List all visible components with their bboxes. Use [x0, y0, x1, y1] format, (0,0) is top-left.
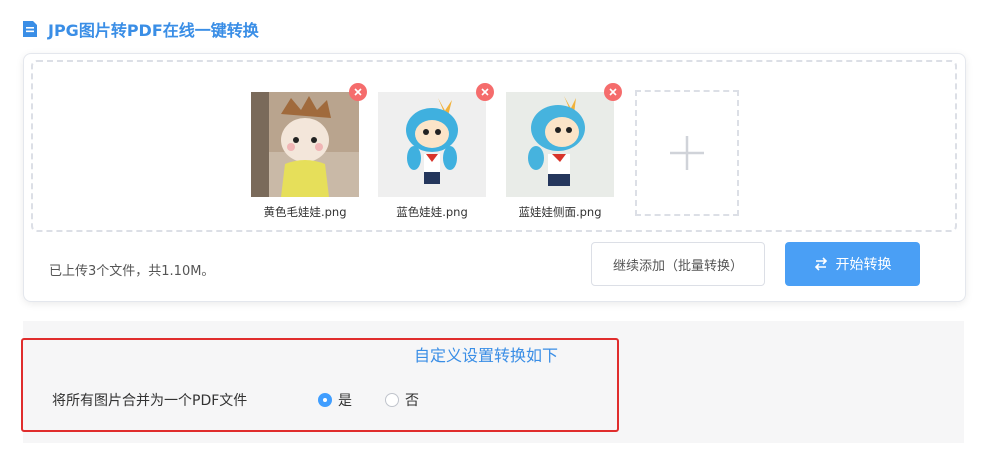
file-thumbnail[interactable]: 蓝色娃娃.png [378, 83, 494, 219]
close-icon [354, 88, 362, 96]
radio-no-label: 否 [405, 393, 419, 409]
merge-option-label: 将所有图片合并为一个PDF文件 [52, 393, 248, 409]
start-convert-button[interactable]: 开始转换 [785, 242, 920, 286]
swap-icon [814, 257, 827, 271]
file-thumbnail[interactable]: 黄色毛娃娃.png [251, 83, 367, 219]
remove-file-button[interactable] [604, 83, 622, 101]
radio-yes[interactable]: 是 [318, 390, 352, 410]
file-dropzone[interactable]: 黄色毛娃娃.png 蓝色娃娃.png 蓝娃娃侧面.png [31, 60, 957, 232]
start-convert-label: 开始转换 [835, 257, 892, 273]
add-file-tile[interactable] [635, 90, 739, 216]
file-thumbnail[interactable]: 蓝娃娃侧面.png [506, 83, 622, 219]
radio-no[interactable]: 否 [385, 390, 419, 410]
thumbnail-image [506, 92, 614, 197]
file-name: 蓝色娃娃.png [396, 205, 468, 219]
page-title: JPG图片转PDF在线一键转换 [48, 21, 259, 40]
upload-card: 黄色毛娃娃.png 蓝色娃娃.png 蓝娃娃侧面.png 已上传3个文件，共1.… [23, 53, 966, 302]
radio-no-indicator[interactable] [385, 393, 399, 407]
page-header: JPG图片转PDF在线一键转换 [22, 18, 259, 40]
remove-file-button[interactable] [349, 83, 367, 101]
settings-title: 自定义设置转换如下 [414, 346, 559, 365]
radio-yes-indicator[interactable] [318, 393, 332, 407]
continue-add-button[interactable]: 继续添加（批量转换） [591, 242, 765, 286]
close-icon [481, 88, 489, 96]
thumbnail-image [378, 92, 486, 197]
file-name: 黄色毛娃娃.png [263, 205, 347, 219]
upload-status-text: 已上传3个文件，共1.10M。 [49, 264, 215, 279]
document-icon [22, 20, 38, 38]
file-name: 蓝娃娃侧面.png [518, 205, 602, 219]
remove-file-button[interactable] [476, 83, 494, 101]
plus-icon [670, 136, 704, 170]
thumbnail-image [251, 92, 359, 197]
radio-yes-label: 是 [338, 393, 352, 409]
close-icon [609, 88, 617, 96]
